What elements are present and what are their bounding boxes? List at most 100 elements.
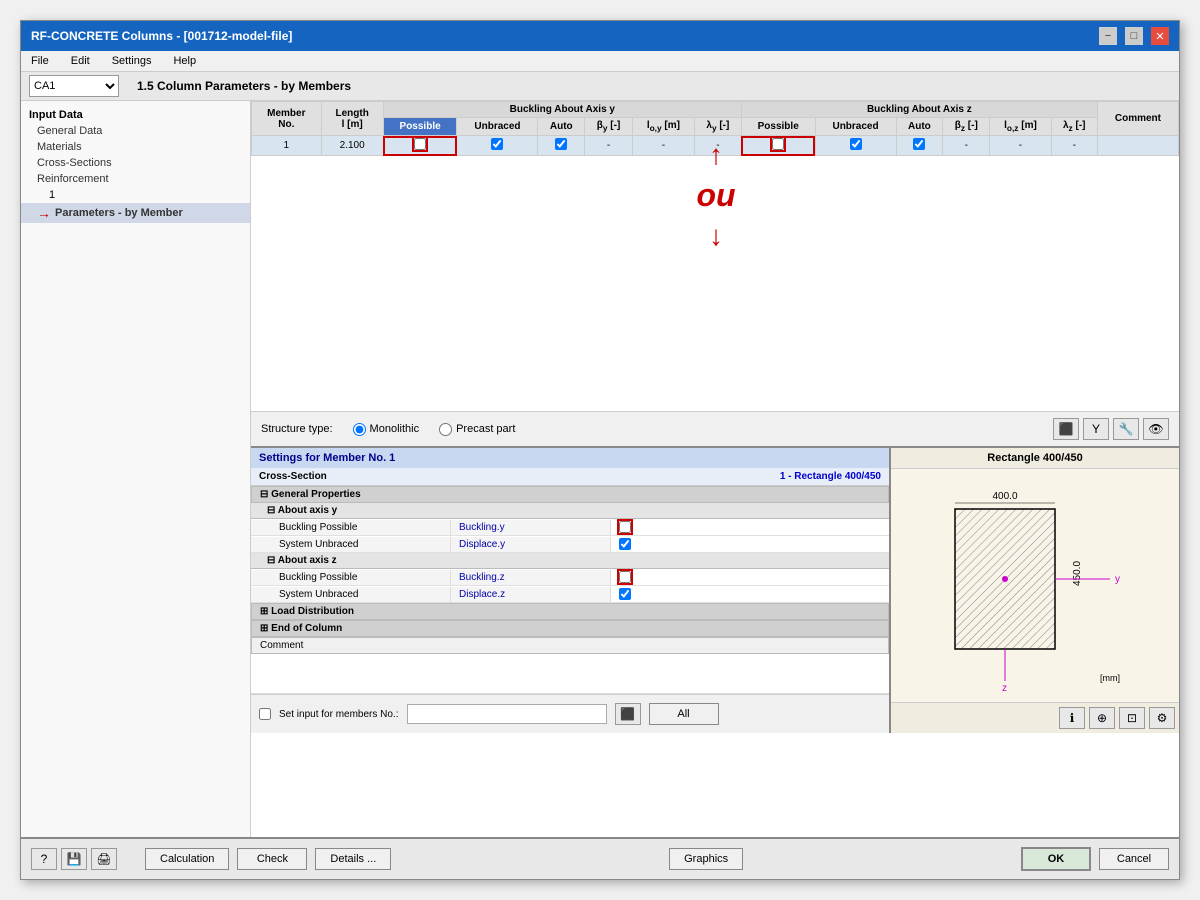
menu-settings[interactable]: Settings: [108, 53, 156, 69]
sidebar-item-materials[interactable]: Materials: [21, 139, 250, 155]
graphics-toolbar: ℹ ⊕ ⊡ ⚙: [891, 702, 1179, 733]
graphics-fit-btn[interactable]: ⊡: [1119, 707, 1145, 729]
sidebar-item-general-data[interactable]: General Data: [21, 123, 250, 139]
system-unbraced-y-row: System Unbraced Displace.y: [251, 536, 889, 553]
set-input-checkbox[interactable]: [259, 708, 271, 720]
checkbox-possible-z[interactable]: [772, 138, 784, 150]
cell-possible-z[interactable]: [741, 136, 815, 156]
radio-monolithic[interactable]: Monolithic: [353, 423, 420, 436]
end-of-column-header[interactable]: ⊞ End of Column: [251, 620, 889, 637]
checkbox-possible-y[interactable]: [414, 138, 426, 150]
checkbox-unbraced-y[interactable]: [491, 138, 503, 150]
graphics-info-btn[interactable]: ℹ: [1059, 707, 1085, 729]
general-properties-header[interactable]: ⊟ General Properties: [251, 486, 889, 503]
cell-comment: [1097, 136, 1178, 156]
menu-file[interactable]: File: [27, 53, 53, 69]
title-bar-controls: − □ ✕: [1099, 27, 1169, 45]
svg-text:y: y: [1115, 574, 1120, 585]
settings-checkbox-possible-z[interactable]: [619, 571, 631, 583]
maximize-button[interactable]: □: [1125, 27, 1143, 45]
ca-select[interactable]: CA1: [29, 75, 119, 97]
close-button[interactable]: ✕: [1151, 27, 1169, 45]
check-button[interactable]: Check: [237, 848, 307, 870]
radio-precast[interactable]: Precast part: [439, 423, 515, 436]
cell-length: 2.100: [321, 136, 383, 156]
graphics-button[interactable]: Graphics: [669, 848, 743, 870]
svg-text:[mm]: [mm]: [1100, 673, 1120, 683]
menu-help[interactable]: Help: [169, 53, 200, 69]
col-header-auto-z: Auto: [896, 118, 943, 136]
graphics-content: 400.0 450.0 y z: [891, 469, 1179, 702]
sidebar-item-cross-sections[interactable]: Cross-Sections: [21, 155, 250, 171]
cancel-button[interactable]: Cancel: [1099, 848, 1169, 870]
checkbox-auto-z[interactable]: [913, 138, 925, 150]
cell-possible-y[interactable]: [383, 136, 457, 156]
save-btn[interactable]: 💾: [61, 848, 87, 870]
toolbar-btn-4[interactable]: 👁: [1143, 418, 1169, 440]
system-unbraced-y-value: [611, 536, 889, 552]
menu-edit[interactable]: Edit: [67, 53, 94, 69]
sidebar-group-input-data[interactable]: Input Data: [21, 107, 250, 123]
cross-section-diagram: 400.0 450.0 y z: [925, 481, 1145, 691]
buckling-possible-y-value: [611, 519, 889, 535]
calculation-button[interactable]: Calculation: [145, 848, 229, 870]
buckling-possible-y-label: Buckling Possible: [251, 520, 451, 535]
about-axis-z-header[interactable]: ⊟ About axis z: [251, 553, 889, 569]
buckling-possible-z-label: Buckling Possible: [251, 570, 451, 585]
table-area: MemberNo. Lengthl [m] Buckling About Axi…: [251, 101, 1179, 411]
title-bar: RF-CONCRETE Columns - [001712-model-file…: [21, 21, 1179, 51]
col-header-beta-y: βy [-]: [585, 118, 633, 136]
settings-right: Rectangle 400/450 400.0: [889, 448, 1179, 733]
col-header-lo-z: lo,z [m]: [990, 118, 1051, 136]
content-area: Input Data General Data Materials Cross-…: [21, 101, 1179, 837]
cell-beta-z: -: [943, 136, 990, 156]
buckling-possible-z-row: Buckling Possible Buckling.z: [251, 569, 889, 586]
col-header-a: MemberNo.: [252, 102, 322, 136]
menu-bar: File Edit Settings Help: [21, 51, 1179, 72]
settings-checkbox-unbraced-y[interactable]: [619, 538, 631, 550]
col-header-possible-z: Possible: [741, 118, 815, 136]
cell-auto-z[interactable]: [896, 136, 943, 156]
graphics-zoom-btn[interactable]: ⊕: [1089, 707, 1115, 729]
settings-cross-section: Cross-Section 1 - Rectangle 400/450: [251, 468, 889, 486]
structure-type-label: Structure type:: [261, 423, 333, 435]
buckling-possible-z-value: [611, 569, 889, 585]
details-button[interactable]: Details ...: [315, 848, 391, 870]
about-axis-y-header[interactable]: ⊟ About axis y: [251, 503, 889, 519]
toolbar-btn-2[interactable]: Y: [1083, 418, 1109, 440]
checkbox-auto-y[interactable]: [555, 138, 567, 150]
col-header-b: Lengthl [m]: [321, 102, 383, 136]
window-title: RF-CONCRETE Columns - [001712-model-file…: [31, 29, 292, 43]
comment-input-area: [251, 654, 889, 694]
help-btn[interactable]: ?: [31, 848, 57, 870]
sidebar-item-1[interactable]: 1: [21, 187, 250, 203]
toolbar-btn-3[interactable]: 🔧: [1113, 418, 1139, 440]
col-header-auto-y: Auto: [538, 118, 585, 136]
checkbox-unbraced-z[interactable]: [850, 138, 862, 150]
all-btn[interactable]: All: [649, 703, 719, 725]
cell-unbraced-y[interactable]: [457, 136, 538, 156]
settings-checkbox-possible-y[interactable]: [619, 521, 631, 533]
load-distribution-header[interactable]: ⊞ Load Distribution: [251, 603, 889, 620]
graphics-settings-btn[interactable]: ⚙: [1149, 707, 1175, 729]
print-btn[interactable]: 🖨: [91, 848, 117, 870]
sidebar-item-reinforcement[interactable]: Reinforcement: [21, 171, 250, 187]
svg-text:400.0: 400.0: [992, 491, 1017, 502]
system-unbraced-z-value: [611, 586, 889, 602]
col-header-lo-y: lo,y [m]: [632, 118, 694, 136]
ok-button[interactable]: OK: [1021, 847, 1091, 871]
system-unbraced-y-key: Displace.y: [451, 537, 611, 552]
toolbar-btn-1[interactable]: ⬛: [1053, 418, 1079, 440]
cell-auto-y[interactable]: [538, 136, 585, 156]
cell-unbraced-z[interactable]: [815, 136, 896, 156]
buckling-possible-y-key: Buckling.y: [451, 520, 611, 535]
col-header-lambda-z: λz [-]: [1051, 118, 1097, 136]
members-input[interactable]: [407, 704, 607, 724]
cell-beta-y: -: [585, 136, 633, 156]
table-row: 1 2.100 - - -: [252, 136, 1179, 156]
members-select-btn[interactable]: ⬛: [615, 703, 641, 725]
buckling-possible-y-row: Buckling Possible Buckling.y: [251, 519, 889, 536]
sidebar-item-parameters[interactable]: → Parameters - by Member: [21, 203, 250, 223]
settings-checkbox-unbraced-z[interactable]: [619, 588, 631, 600]
minimize-button[interactable]: −: [1099, 27, 1117, 45]
